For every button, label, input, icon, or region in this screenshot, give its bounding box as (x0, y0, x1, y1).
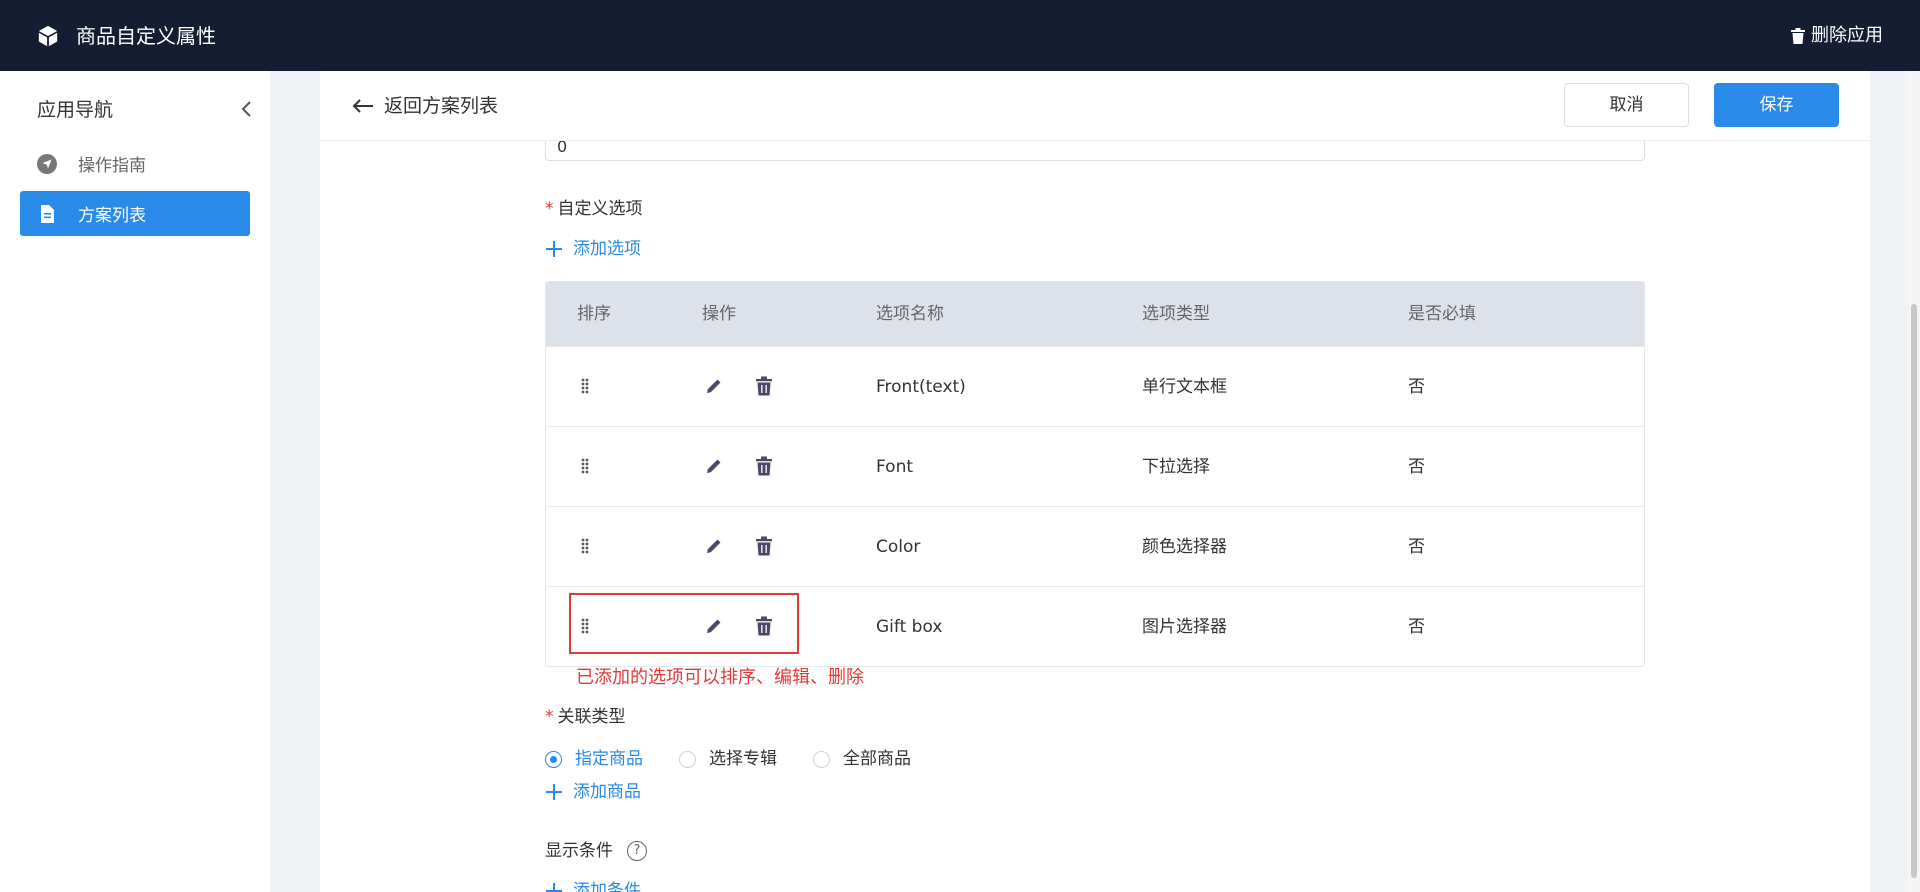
column-header-type: 选项类型 (1142, 304, 1210, 324)
drag-handle-icon[interactable] (580, 537, 590, 555)
option-name: Font (876, 457, 914, 477)
pencil-icon[interactable] (704, 456, 724, 476)
sidebar-item-guide[interactable]: 操作指南 (20, 141, 250, 186)
add-condition-link[interactable]: 添加条件 (545, 879, 641, 892)
option-name: Front(text) (876, 377, 966, 397)
pencil-icon[interactable] (704, 376, 724, 396)
radio-dot (545, 750, 562, 768)
add-product-label: 添加商品 (573, 782, 641, 802)
sidebar-item-label: 操作指南 (78, 156, 146, 176)
sidebar-title: 应用导航 (37, 99, 114, 121)
arrow-left-icon (352, 99, 373, 113)
required-mark: * (545, 707, 554, 727)
option-required: 否 (1408, 377, 1425, 397)
app-title: 商品自定义属性 (76, 24, 216, 48)
option-type: 图片选择器 (1142, 617, 1227, 637)
association-type-radio-group: 指定商品 选择专辑 全部商品 (545, 747, 911, 771)
drag-handle-icon[interactable] (580, 457, 590, 475)
drag-handle-icon[interactable] (580, 377, 590, 395)
annotation-note: 已添加的选项可以排序、编辑、删除 (576, 667, 864, 688)
plus-icon (546, 241, 562, 257)
radio-specified-products[interactable]: 指定商品 (545, 747, 643, 771)
option-required: 否 (1408, 457, 1425, 477)
radio-dot (679, 750, 696, 768)
display-condition-label-text: 显示条件 (545, 841, 613, 861)
cancel-button[interactable]: 取消 (1564, 83, 1689, 127)
plus-icon (546, 883, 562, 892)
add-condition-label: 添加条件 (573, 881, 641, 892)
plus-icon (546, 784, 562, 800)
table-row: Front(text) 单行文本框 否 (546, 346, 1644, 426)
chevron-left-icon[interactable] (238, 97, 256, 121)
page-header: 返回方案列表 取消 保存 (320, 71, 1870, 141)
radio-select-collection[interactable]: 选择专辑 (679, 747, 777, 771)
option-required: 否 (1408, 617, 1425, 637)
cube-logo-icon (38, 25, 58, 47)
help-icon[interactable]: ? (627, 841, 647, 861)
column-header-name: 选项名称 (876, 304, 944, 324)
column-header-required: 是否必填 (1408, 304, 1476, 324)
back-label: 返回方案列表 (384, 95, 499, 117)
custom-options-label: * 自定义选项 (545, 197, 643, 221)
radio-label: 指定商品 (575, 749, 643, 769)
add-option-label: 添加选项 (573, 239, 641, 259)
radio-label: 选择专辑 (709, 749, 777, 769)
trash-icon[interactable] (755, 536, 773, 556)
sidebar: 应用导航 操作指南 方案列表 (0, 71, 270, 892)
add-product-link[interactable]: 添加商品 (545, 780, 641, 804)
column-header-actions: 操作 (702, 304, 736, 324)
navigation-icon (37, 153, 57, 174)
option-name: Gift box (876, 617, 943, 637)
save-button[interactable]: 保存 (1714, 83, 1839, 127)
main-content: 0 返回方案列表 取消 保存 * 自定义选项 添加选项 排序 操作 选项名称 选项… (320, 71, 1870, 892)
trash-icon (1791, 28, 1805, 44)
option-type: 颜色选择器 (1142, 537, 1227, 557)
association-type-label: * 关联类型 (545, 705, 626, 729)
required-mark: * (545, 199, 554, 219)
option-type: 下拉选择 (1142, 457, 1210, 477)
top-bar: 商品自定义属性 删除应用 (0, 0, 1920, 71)
option-name: Color (876, 537, 921, 557)
association-type-label-text: 关联类型 (557, 707, 626, 727)
document-icon (41, 204, 54, 223)
radio-label: 全部商品 (843, 749, 911, 769)
option-type: 单行文本框 (1142, 377, 1227, 397)
page-scrollbar[interactable] (1908, 71, 1920, 892)
scrollbar-thumb[interactable] (1911, 304, 1917, 878)
add-option-link[interactable]: 添加选项 (545, 237, 641, 261)
trash-icon[interactable] (755, 376, 773, 396)
option-required: 否 (1408, 537, 1425, 557)
sidebar-item-label: 方案列表 (78, 206, 146, 226)
sidebar-item-plan-list[interactable]: 方案列表 (20, 191, 250, 236)
delete-app-button[interactable]: 删除应用 (1791, 24, 1883, 48)
delete-app-label: 删除应用 (1811, 25, 1883, 46)
custom-options-label-text: 自定义选项 (557, 199, 643, 219)
table-row: Font 下拉选择 否 (546, 426, 1644, 506)
table-header: 排序 操作 选项名称 选项类型 是否必填 (546, 282, 1644, 346)
column-header-sort: 排序 (577, 304, 611, 324)
display-condition-label: 显示条件? (545, 839, 647, 863)
trash-icon[interactable] (755, 456, 773, 476)
radio-dot (813, 750, 830, 768)
back-to-list-link[interactable]: 返回方案列表 (352, 93, 498, 119)
pencil-icon[interactable] (704, 536, 724, 556)
radio-all-products[interactable]: 全部商品 (813, 747, 911, 771)
table-row: Color 颜色选择器 否 (546, 506, 1644, 586)
annotation-highlight-box (569, 593, 799, 654)
